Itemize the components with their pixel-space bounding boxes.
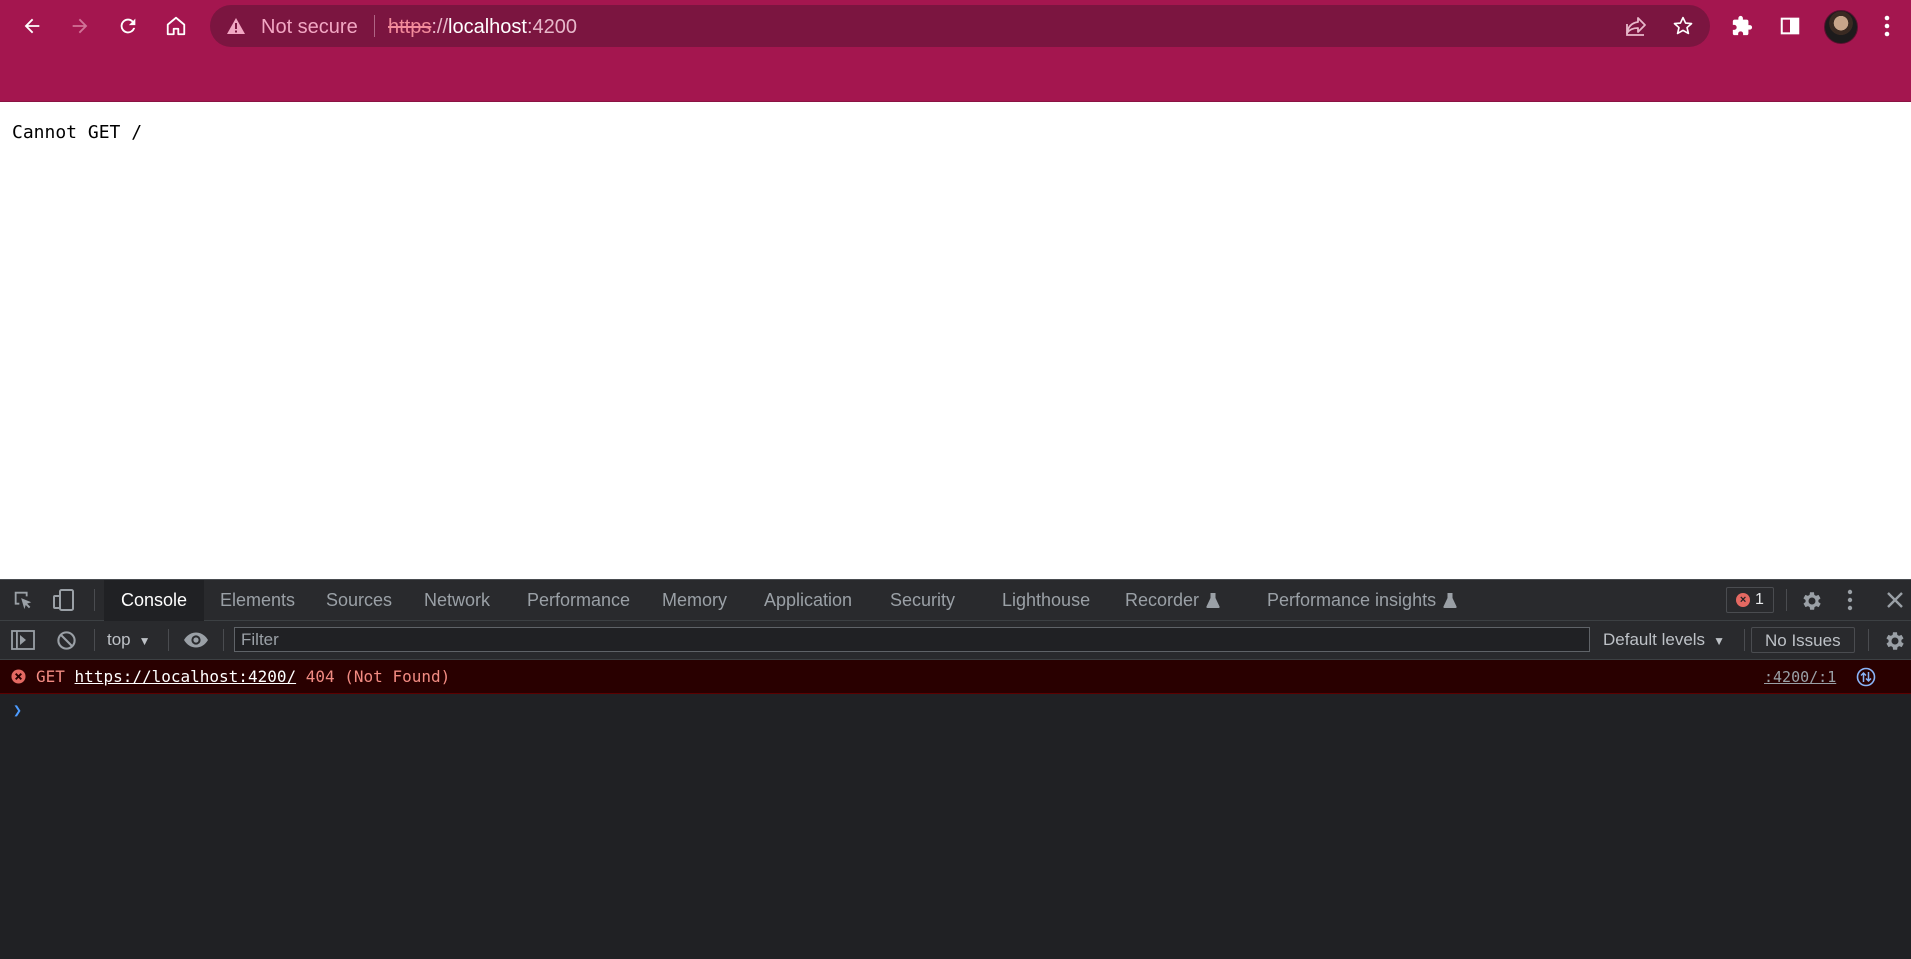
eye-icon[interactable] <box>183 631 209 649</box>
console-settings-gear-icon[interactable] <box>1883 629 1907 653</box>
bookmark-star-icon[interactable] <box>1672 15 1694 37</box>
tab-performance-insights[interactable]: Performance insights <box>1267 580 1457 620</box>
error-url-link[interactable]: https://localhost:4200/ <box>75 667 297 686</box>
back-button[interactable] <box>13 7 51 45</box>
flask-icon <box>1443 592 1457 608</box>
tab-recorder[interactable]: Recorder <box>1125 580 1220 620</box>
tab-recorder-label: Recorder <box>1125 590 1200 610</box>
context-select[interactable]: top ▼ <box>107 630 151 650</box>
error-method: GET <box>36 667 65 686</box>
console-filter-input[interactable] <box>234 627 1590 652</box>
issues-button[interactable]: No Issues <box>1751 627 1855 653</box>
device-toolbar-icon[interactable] <box>52 589 76 611</box>
sidebar-toggle-icon[interactable] <box>11 630 35 650</box>
error-source-link[interactable]: :4200/:1 <box>1764 668 1836 686</box>
inspect-element-icon[interactable] <box>12 589 34 611</box>
more-options-icon[interactable] <box>1847 589 1853 611</box>
toolbar-divider <box>94 589 95 611</box>
browser-menu-button[interactable] <box>1868 7 1906 45</box>
tab-performance-insights-label: Performance insights <box>1267 590 1437 610</box>
toolbar-divider <box>94 629 95 651</box>
share-icon[interactable] <box>1624 15 1648 37</box>
tab-security[interactable]: Security <box>890 580 955 620</box>
flask-icon <box>1206 592 1220 608</box>
warning-icon[interactable] <box>226 17 246 35</box>
home-button[interactable] <box>157 7 195 45</box>
console-prompt-chevron-icon[interactable]: ❯ <box>13 701 22 719</box>
context-select-value: top <box>107 630 131 649</box>
puzzle-icon <box>1732 15 1753 36</box>
close-icon[interactable] <box>1886 591 1904 609</box>
side-panel-button[interactable] <box>1771 7 1809 45</box>
forward-button[interactable] <box>61 7 99 45</box>
toolbar-divider <box>223 629 224 651</box>
error-count-badge[interactable]: × 1 <box>1726 587 1774 613</box>
network-request-icon[interactable] <box>1856 667 1876 687</box>
devtools-panel: Console Elements Sources Network Perform… <box>0 579 1911 959</box>
toolbar-divider <box>1786 589 1787 611</box>
page-error-text: Cannot GET / <box>12 122 143 143</box>
side-panel-icon <box>1780 17 1800 35</box>
tab-sources[interactable]: Sources <box>326 580 392 620</box>
dropdown-triangle-icon: ▼ <box>1713 634 1725 648</box>
bookmarks-bar <box>0 52 1911 102</box>
error-circle-icon <box>11 669 26 684</box>
url-text[interactable]: https://localhost:4200 <box>388 16 577 39</box>
dropdown-triangle-icon: ▼ <box>138 634 151 648</box>
tab-performance[interactable]: Performance <box>527 580 630 620</box>
error-count: 1 <box>1755 591 1764 608</box>
profile-avatar[interactable] <box>1824 10 1858 44</box>
url-scheme: https <box>388 16 432 38</box>
console-filter-bar: top ▼ Default levels ▼ No Issues <box>0 621 1911 660</box>
devtools-tabbar: Console Elements Sources Network Perform… <box>0 580 1911 622</box>
home-icon <box>166 16 186 36</box>
arrow-left-icon <box>24 18 40 34</box>
tab-application[interactable]: Application <box>764 580 852 620</box>
security-status-label[interactable]: Not secure <box>261 16 358 39</box>
tab-elements[interactable]: Elements <box>220 580 295 620</box>
tab-lighthouse[interactable]: Lighthouse <box>1002 580 1090 620</box>
toolbar-divider <box>1744 629 1745 651</box>
extensions-button[interactable] <box>1723 7 1761 45</box>
clear-console-icon[interactable] <box>56 630 77 651</box>
reload-icon <box>120 18 136 34</box>
log-levels-dropdown[interactable]: Default levels ▼ <box>1603 630 1725 650</box>
toolbar-divider <box>168 629 169 651</box>
url-port: :4200 <box>526 16 578 38</box>
url-separator: :// <box>431 16 449 38</box>
tab-console[interactable]: Console <box>104 580 205 622</box>
log-levels-label: Default levels <box>1603 630 1706 649</box>
error-icon: × <box>1736 593 1751 607</box>
settings-gear-icon[interactable] <box>1800 589 1824 613</box>
address-bar[interactable]: Not secure https://localhost:4200 <box>210 5 1710 47</box>
browser-toolbar: Not secure https://localhost:4200 <box>0 0 1911 52</box>
console-error-message[interactable]: GET https://localhost:4200/ 404 (Not Fou… <box>0 660 1911 694</box>
tab-network[interactable]: Network <box>424 580 490 620</box>
omnibox-divider <box>374 15 375 37</box>
error-status: 404 (Not Found) <box>305 667 451 686</box>
error-message-text: GET https://localhost:4200/ 404 (Not Fou… <box>36 667 450 686</box>
tab-memory[interactable]: Memory <box>662 580 727 620</box>
reload-button[interactable] <box>109 7 147 45</box>
url-host: localhost <box>448 16 527 38</box>
more-vertical-icon <box>1884 15 1890 37</box>
arrow-right-icon <box>72 18 88 34</box>
toolbar-divider <box>1868 629 1869 651</box>
